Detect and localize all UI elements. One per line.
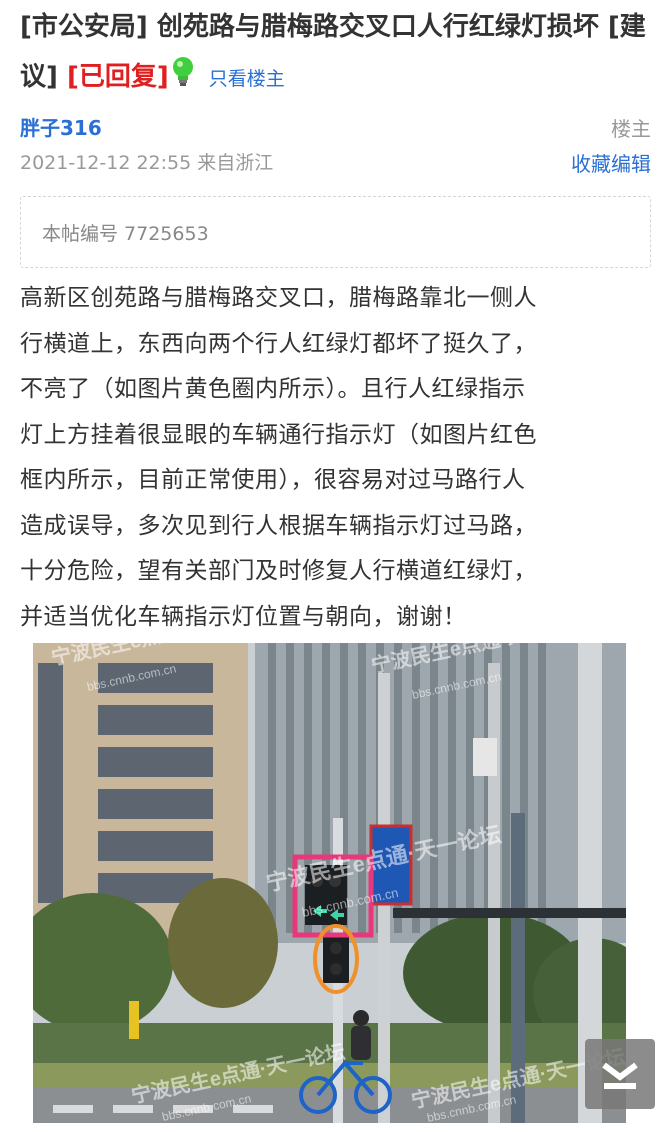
replied-tag: [已回复] <box>66 62 169 92</box>
body-line: 造成误导，多次见到行人根据车辆指示灯过马路， <box>20 512 537 539</box>
post-title: [市公安局] 创苑路与腊梅路交叉口人行红绿灯损坏 [建议] [已回复] 只看楼主 <box>20 2 656 104</box>
body-line: 并适当优化车辆指示灯位置与朝向，谢谢！ <box>20 603 467 630</box>
favorite-button[interactable]: 收藏 <box>571 152 611 176</box>
post-body: 高新区创苑路与腊梅路交叉口，腊梅路靠北一侧人 行横道上，东西向两个行人红绿灯都坏… <box>20 276 650 640</box>
post-photo[interactable]: 宁波民生e点通·天一论坛 宁波民生e点通·天一论坛 宁波民生e点通·天一论坛 宁… <box>33 643 626 1123</box>
scroll-to-bottom-button[interactable] <box>585 1039 655 1109</box>
post-actions: 收藏编辑 <box>571 148 651 177</box>
body-line: 十分危险，望有关部门及时修复人行横道红绿灯， <box>20 558 537 584</box>
edit-button[interactable]: 编辑 <box>611 152 651 176</box>
host-label: 楼主 <box>611 117 651 141</box>
body-line: 框内所示，目前正常使用），很容易对过马路行人 <box>20 467 526 493</box>
body-line: 灯上方挂着很显眼的车辆通行指示灯（如图片红色 <box>20 421 537 448</box>
scroll-to-bottom-icon <box>602 1062 638 1089</box>
only-host-link[interactable]: 只看楼主 <box>209 68 285 90</box>
post-meta: 2021-12-12 22:55 来自浙江 <box>20 152 274 174</box>
post-id: 本帖编号 7725653 <box>42 223 209 245</box>
body-line: 不亮了（如图片黄色圈内所示）。且行人红绿指示 <box>20 376 526 402</box>
post-id-box: 本帖编号 7725653 <box>20 196 651 268</box>
body-line: 行横道上，东西向两个行人红绿灯都坏了挺久了， <box>20 330 537 357</box>
author-name[interactable]: 胖子316 <box>20 112 102 141</box>
lightbulb-icon <box>171 55 195 89</box>
body-line: 高新区创苑路与腊梅路交叉口，腊梅路靠北一侧人 <box>20 285 537 311</box>
